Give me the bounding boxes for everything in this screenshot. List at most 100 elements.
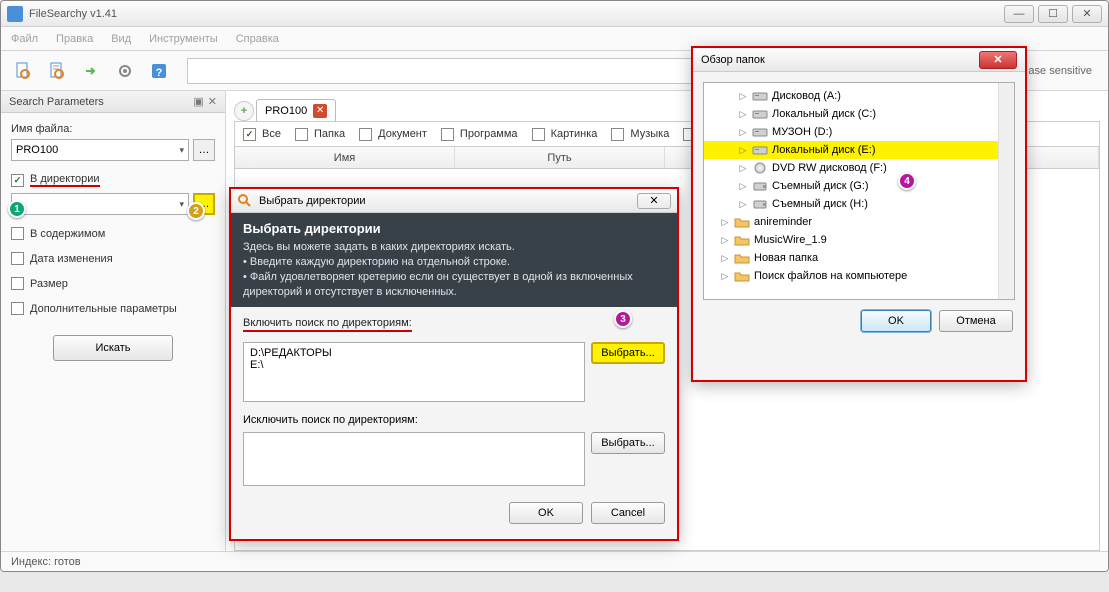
callout-badge-1: 1 [8,200,26,218]
tree-expander-icon[interactable]: ▷ [738,199,748,210]
browse-folders-dialog: Обзор папок ✕ ▷Дисковод (A:)▷Локальный д… [692,47,1026,381]
in-directory-label: В директории [30,173,100,187]
filter-doc-checkbox[interactable] [359,128,372,141]
tree-item[interactable]: ▷ Поиск файлов на компьютере [704,267,1014,285]
tree-item-label: Локальный диск (E:) [772,144,876,156]
menu-edit[interactable]: Правка [56,33,93,45]
search-button[interactable]: Искать [53,335,173,361]
tree-item-label: Локальный диск (C:) [772,108,876,120]
folder-tree[interactable]: ▷Дисковод (A:)▷Локальный диск (C:)▷МУЗОН… [703,82,1015,300]
tree-item[interactable]: ▷МУЗОН (D:) [704,123,1014,141]
size-checkbox[interactable] [11,277,24,290]
menu-file[interactable]: Файл [11,33,38,45]
svg-text:?: ? [156,67,163,79]
dialog2-close-button[interactable]: ✕ [979,51,1017,69]
extra-params-label: Дополнительные параметры [30,303,177,315]
dialog2-ok-button[interactable]: OK [861,310,931,332]
help-icon[interactable]: ? [145,57,173,85]
tree-scrollbar[interactable] [998,83,1014,299]
drive-icon [752,107,768,121]
tree-item[interactable]: ▷ DVD RW дисковод (F:) [704,159,1014,177]
include-dirs-textarea[interactable]: D:\РЕДАКТОРЫ E:\ [243,342,585,402]
tree-item[interactable]: ▷ Локальный диск (E:) [704,141,1014,159]
dialog2-title: Обзор папок [701,54,765,66]
search-file-icon[interactable] [9,57,37,85]
usb-icon [752,179,768,193]
tree-expander-icon[interactable]: ▷ [738,109,748,120]
folder-icon [734,215,750,229]
directory-input[interactable]: ▾ [11,193,189,215]
include-browse-button[interactable]: Выбрать... [591,342,665,364]
gear-icon[interactable] [111,57,139,85]
new-tab-button[interactable]: + [234,101,254,121]
dialog2-cancel-button[interactable]: Отмена [939,310,1013,332]
magnifier-icon [237,193,253,209]
col-path[interactable]: Путь [455,147,665,168]
titlebar: FileSearchy v1.41 ― ☐ ✕ [1,1,1108,27]
minimize-button[interactable]: ― [1004,5,1034,23]
filter-program-checkbox[interactable] [441,128,454,141]
tree-item-label: Поиск файлов на компьютере [754,270,907,282]
dialog-close-button[interactable]: ✕ [637,193,671,209]
maximize-button[interactable]: ☐ [1038,5,1068,23]
panel-float-icon[interactable]: ▣ [193,95,203,108]
window-title: FileSearchy v1.41 [29,8,1004,20]
tree-expander-icon[interactable]: ▷ [720,235,730,246]
tree-item-label: DVD RW дисковод (F:) [772,162,887,174]
arrow-icon[interactable] [77,57,105,85]
panel-title: Search Parameters [9,96,104,108]
dialog-cancel-button[interactable]: Cancel [591,502,665,524]
in-directory-checkbox[interactable] [11,174,24,187]
folder-icon [734,269,750,283]
tab-close-icon[interactable]: ✕ [313,104,327,118]
tree-item-label: Съемный диск (H:) [772,198,868,210]
dialog2-titlebar: Обзор папок ✕ [693,48,1025,72]
tree-item-label: anireminder [754,216,812,228]
case-sensitive-label[interactable]: ase sensitive [1028,65,1092,77]
filter-all-checkbox[interactable] [243,128,256,141]
menu-tools[interactable]: Инструменты [149,33,218,45]
drive-icon [752,89,768,103]
date-modified-checkbox[interactable] [11,252,24,265]
tree-expander-icon[interactable]: ▷ [738,91,748,102]
tree-item[interactable]: ▷MusicWire_1.9 [704,231,1014,249]
choose-directories-dialog: Выбрать директории ✕ Выбрать директории … [230,188,678,540]
tree-expander-icon[interactable]: ▷ [738,127,748,138]
dialog-ok-button[interactable]: OK [509,502,583,524]
folder-icon [734,233,750,247]
filter-music-checkbox[interactable] [611,128,624,141]
filter-folder-checkbox[interactable] [295,128,308,141]
tree-item[interactable]: ▷ Локальный диск (C:) [704,105,1014,123]
filename-input[interactable]: PRO100▾ [11,139,189,161]
search-content-icon[interactable] [43,57,71,85]
menu-help[interactable]: Справка [236,33,279,45]
tree-item[interactable]: ▷Новая папка [704,249,1014,267]
callout-badge-3: 3 [614,310,632,328]
dialog-title: Выбрать директории [259,195,366,207]
dialog-banner: Выбрать директории Здесь вы можете задат… [231,213,677,307]
dialog-titlebar: Выбрать директории ✕ [231,189,677,213]
menu-view[interactable]: Вид [111,33,131,45]
date-modified-label: Дата изменения [30,253,113,265]
tree-expander-icon[interactable]: ▷ [720,253,730,264]
callout-badge-2: 2 [187,202,205,220]
panel-close-icon[interactable]: ✕ [208,95,217,108]
filter-image-checkbox[interactable] [532,128,545,141]
tab-pro100[interactable]: PRO100 ✕ [256,99,336,121]
tree-expander-icon[interactable]: ▷ [738,145,748,156]
tree-item[interactable]: ▷Съемный диск (G:) [704,177,1014,195]
tree-item[interactable]: ▷ Съемный диск (H:) [704,195,1014,213]
tree-item[interactable]: ▷ anireminder [704,213,1014,231]
tree-expander-icon[interactable]: ▷ [738,181,748,192]
in-content-checkbox[interactable] [11,227,24,240]
filename-browse-button[interactable]: … [193,139,215,161]
exclude-dirs-textarea[interactable] [243,432,585,486]
extra-params-checkbox[interactable] [11,302,24,315]
exclude-browse-button[interactable]: Выбрать... [591,432,665,454]
tree-expander-icon[interactable]: ▷ [720,271,730,282]
tree-expander-icon[interactable]: ▷ [738,163,748,174]
col-name[interactable]: Имя [235,147,455,168]
close-button[interactable]: ✕ [1072,5,1102,23]
tree-item[interactable]: ▷Дисковод (A:) [704,87,1014,105]
tree-expander-icon[interactable]: ▷ [720,217,730,228]
